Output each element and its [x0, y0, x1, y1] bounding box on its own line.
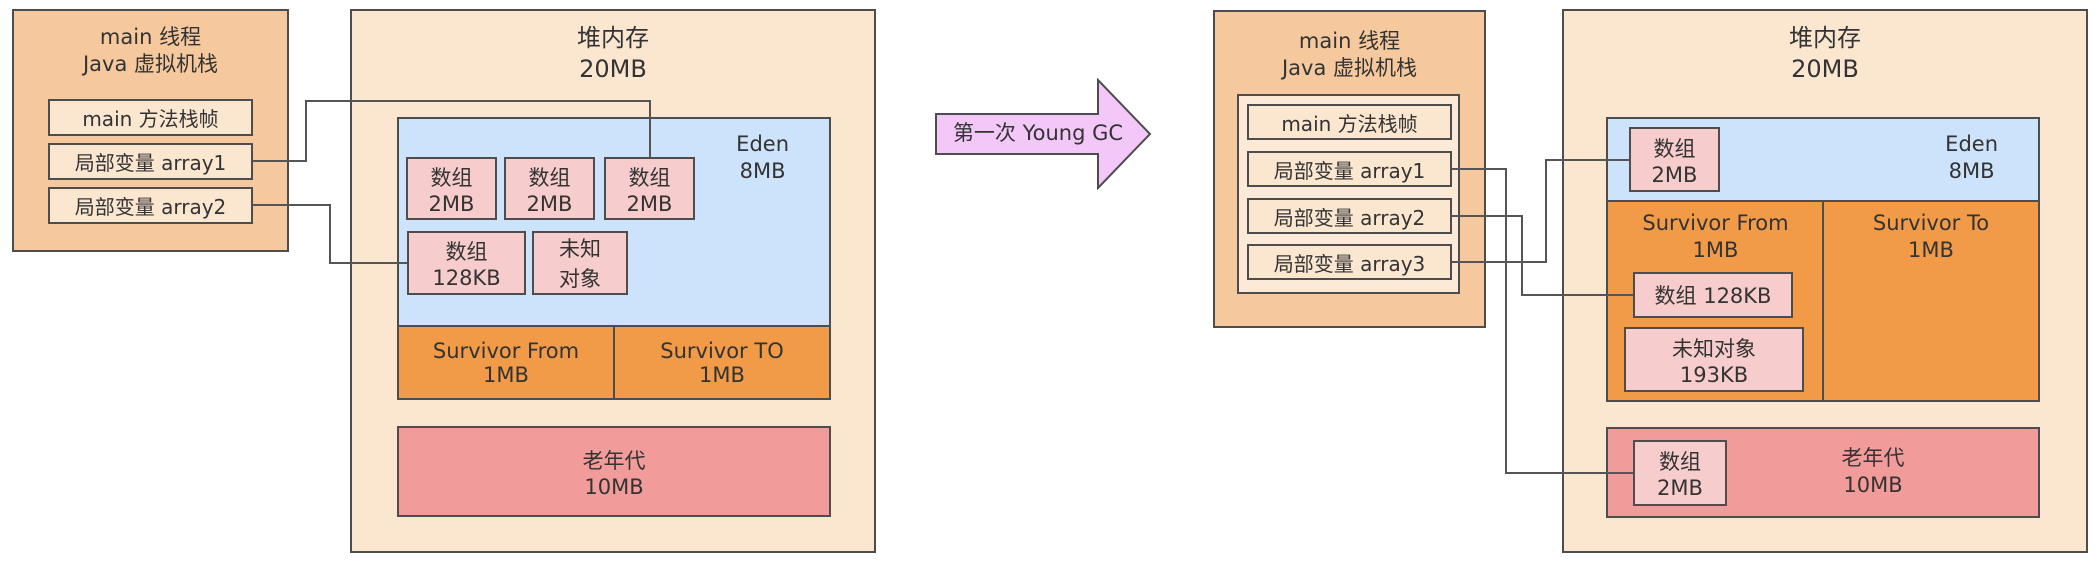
right-heap-title: 堆内存 20MB [1789, 24, 1861, 84]
right-eden-label: Eden 8MB [1945, 132, 1998, 184]
right-survivor-to: Survivor To 1MB [1822, 200, 2040, 402]
left-eden: Eden 8MB [397, 117, 831, 327]
left-old-generation: 老年代 10MB [397, 426, 831, 517]
right-local-var-array2: 局部变量 array2 [1247, 198, 1452, 234]
right-eden-array-2mb: 数组 2MB [1629, 127, 1720, 192]
right-old-generation-label: 老年代 10MB [1841, 446, 1905, 498]
right-local-var-array1: 局部变量 array1 [1247, 151, 1452, 187]
right-survivor-to-label: Survivor To 1MB [1872, 211, 1990, 263]
left-local-var-array1: 局部变量 array1 [48, 143, 253, 180]
right-local-var-array3: 局部变量 array3 [1247, 244, 1452, 280]
left-eden-array-128kb: 数组 128KB [407, 231, 526, 295]
left-main-frame: main 方法栈帧 [48, 99, 253, 136]
right-survivor-unknown-object: 未知对象 193KB [1624, 327, 1804, 392]
right-old-array-2mb: 数组 2MB [1633, 440, 1727, 506]
left-heap-title: 堆内存 20MB [577, 24, 649, 84]
left-local-var-array2: 局部变量 array2 [48, 187, 253, 224]
left-eden-array-2mb-3: 数组 2MB [604, 157, 695, 220]
left-eden-unknown-object: 未知 对象 [532, 231, 628, 295]
left-eden-array-2mb-1: 数组 2MB [406, 157, 497, 220]
left-survivor-from: Survivor From 1MB [397, 325, 615, 400]
right-main-frame: main 方法栈帧 [1247, 104, 1452, 140]
left-eden-label: Eden 8MB [736, 132, 789, 184]
left-survivor-to: Survivor TO 1MB [613, 325, 831, 400]
right-survivor-array-128kb: 数组 128KB [1633, 272, 1793, 318]
left-stack-title: main 线程 Java 虚拟机栈 [82, 25, 219, 77]
gc-label: 第一次 Young GC [952, 121, 1124, 145]
right-stack-title: main 线程 Java 虚拟机栈 [1281, 29, 1418, 81]
right-survivor-from-label: Survivor From 1MB [1642, 211, 1789, 263]
left-eden-array-2mb-2: 数组 2MB [504, 157, 595, 220]
